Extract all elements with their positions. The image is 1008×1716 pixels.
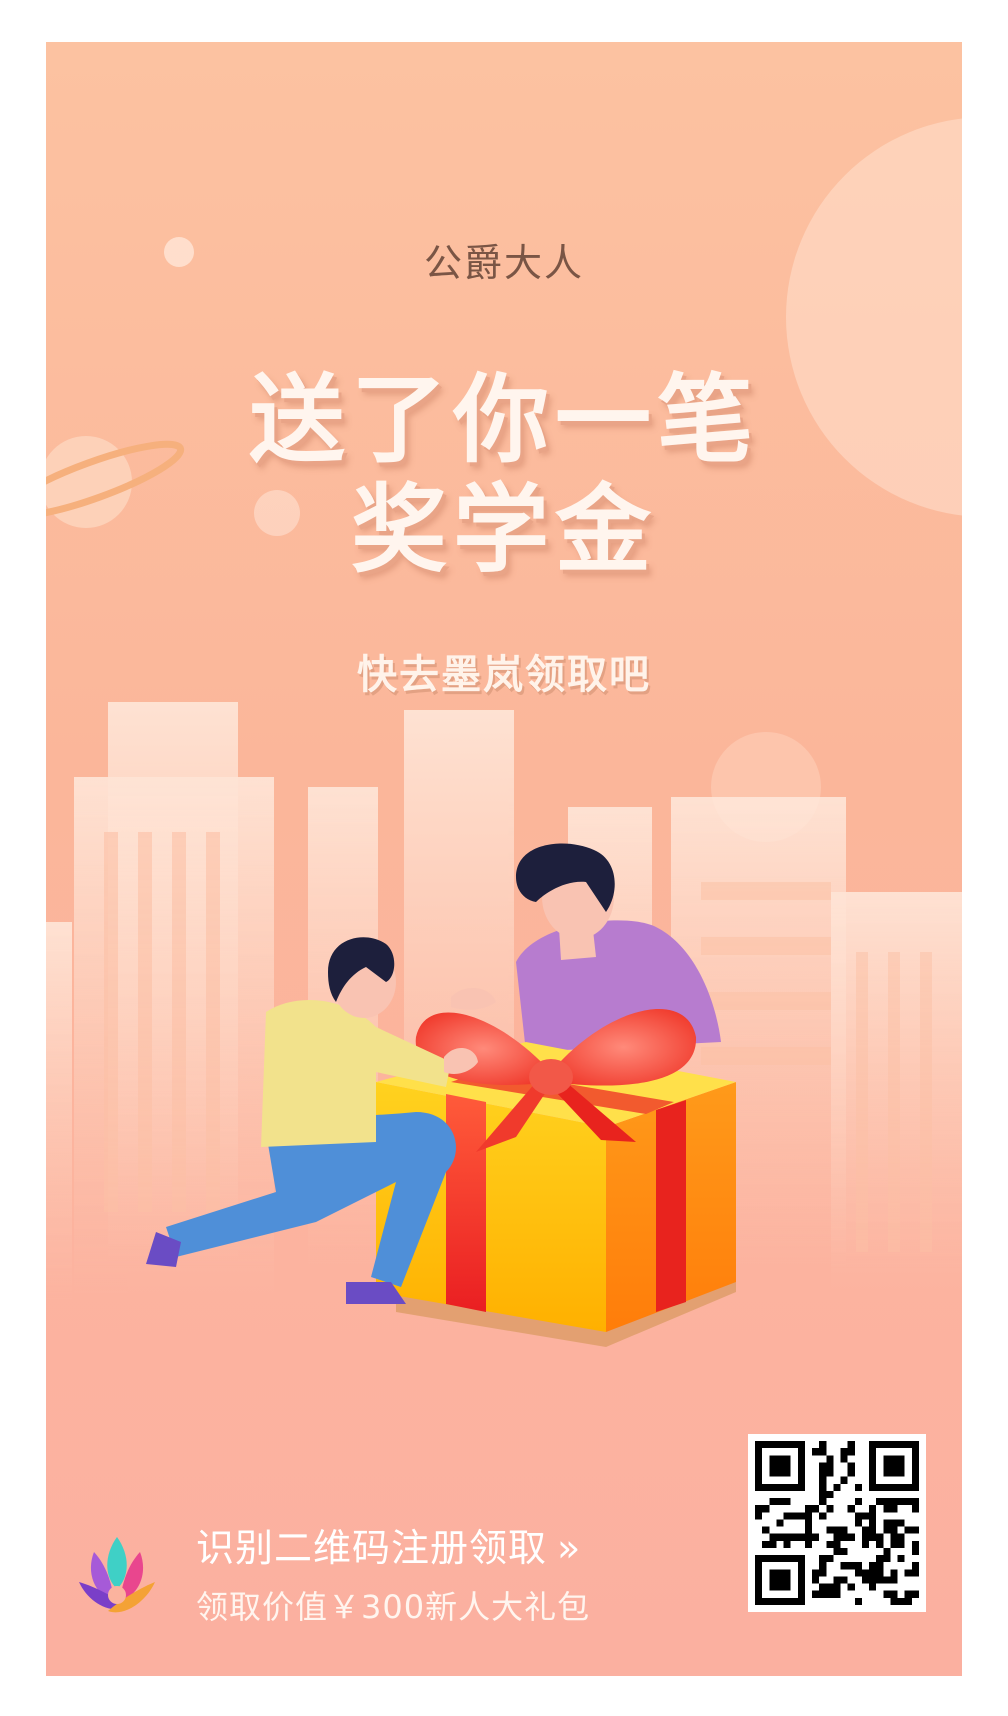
app-logo-icon: [79, 1537, 155, 1613]
inviter-name: 公爵大人: [423, 241, 584, 285]
poster: 公爵大人 送了你一笔 奖学金 快去墨岚领取吧 识别二维码注册领取» 领取价值￥3…: [46, 42, 962, 1676]
gift-value-text: 领取价值￥300新人大礼包: [196, 1588, 591, 1626]
qr-code[interactable]: [748, 1434, 926, 1612]
gift-illustration: [46, 702, 962, 1347]
headline-line-2: 奖学金: [351, 474, 657, 586]
scan-text: 识别二维码注册领取: [196, 1526, 548, 1570]
claim-prompt: 快去墨岚领取吧: [357, 652, 651, 698]
double-chevron-right-icon: »: [557, 1526, 582, 1570]
scan-qr-instruction: 识别二维码注册领取»: [196, 1517, 581, 1572]
